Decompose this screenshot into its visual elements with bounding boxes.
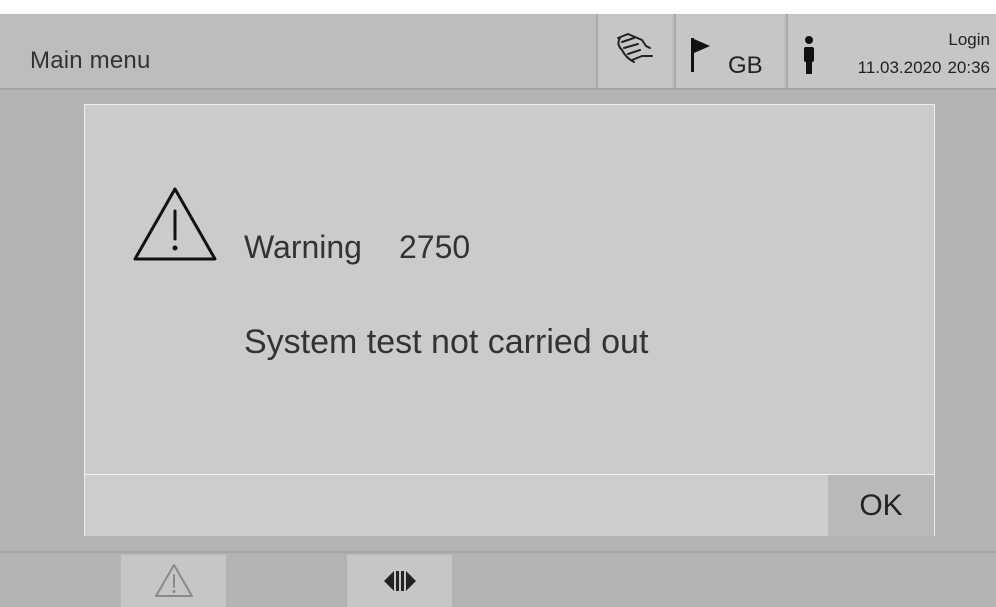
language-button[interactable]: GB — [674, 14, 784, 88]
flag-icon — [691, 38, 710, 72]
dialog-footer: OK — [85, 474, 934, 536]
navigation-tab[interactable] — [347, 555, 452, 607]
bottom-bar — [0, 551, 996, 607]
warning-code: 2750 — [399, 229, 471, 265]
warnings-tab[interactable] — [121, 555, 226, 607]
hand-button[interactable] — [596, 14, 672, 88]
warning-triangle-icon — [133, 187, 217, 261]
left-right-arrows-icon — [383, 571, 416, 591]
date-text: 11.03.2020 — [857, 58, 942, 77]
warning-dialog: Warning 2750 System test not carried out… — [84, 104, 935, 536]
warning-triangle-icon — [154, 564, 193, 597]
login-button[interactable]: Login 11.03.2020 20:36 — [786, 14, 996, 88]
time-text: 20:36 — [947, 58, 990, 77]
login-label: Login — [948, 30, 990, 49]
date-time: 11.03.2020 20:36 — [858, 58, 990, 78]
warning-message: System test not carried out — [244, 323, 649, 361]
ok-button[interactable]: OK — [828, 475, 934, 536]
warning-label: Warning — [244, 229, 362, 265]
hand-touch-icon — [617, 33, 653, 63]
user-icon — [804, 36, 814, 74]
header-bar: Main menu GB Login 11.03.2020 20:36 — [0, 14, 996, 90]
screen: Main menu GB Login 11.03.2020 20:36 Warn… — [0, 14, 996, 607]
language-code: GB — [728, 52, 763, 79]
page-title: Main menu — [30, 47, 151, 74]
